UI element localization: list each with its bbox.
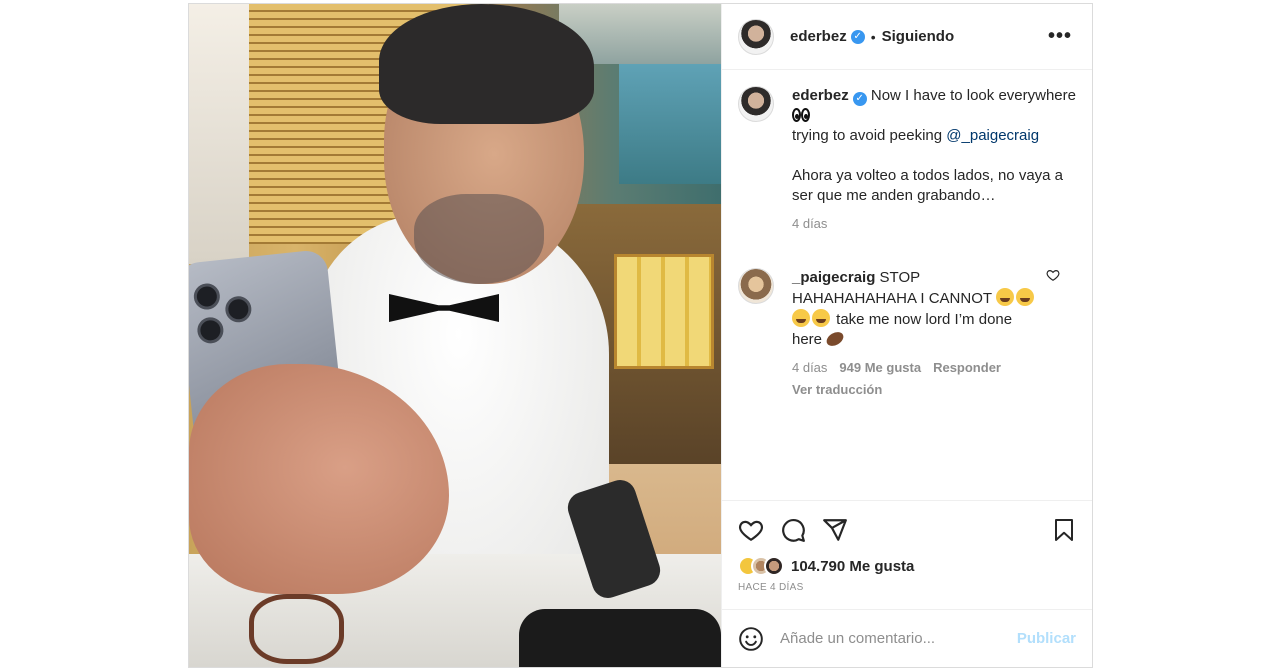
- separator-dot: •: [870, 28, 876, 45]
- verified-badge-icon: ✓: [852, 92, 867, 106]
- send-icon[interactable]: [822, 517, 848, 543]
- translate-link[interactable]: Ver traducción: [792, 380, 1046, 400]
- caption-text-3: Ahora ya volteo a todos lados, no vaya a…: [792, 167, 1064, 204]
- liker-avatar: [764, 556, 784, 576]
- verified-badge-icon: ✓: [850, 29, 865, 44]
- instagram-post: ederbez ✓ • Siguiendo ••• ederbez ✓ Now I…: [188, 3, 1093, 668]
- caption-text-1: Now I have to look everywhere: [870, 87, 1076, 104]
- post-actions: 104.790 Me gusta HACE 4 DÍAS: [722, 500, 1092, 593]
- mention-link[interactable]: @_paigecraig: [946, 127, 1039, 144]
- photo-lamp-panel: [614, 254, 714, 369]
- heart-icon[interactable]: [738, 517, 764, 543]
- bookmark-icon[interactable]: [1052, 517, 1076, 543]
- phone-lens: [192, 282, 222, 311]
- post-header: ederbez ✓ • Siguiendo •••: [722, 4, 1092, 70]
- comment-time[interactable]: 4 días: [792, 360, 827, 375]
- likes-count[interactable]: 104.790 Me gusta: [791, 558, 914, 575]
- post-panel: ederbez ✓ • Siguiendo ••• ederbez ✓ Now I…: [721, 4, 1092, 667]
- photo-camera: [519, 609, 721, 667]
- comments-section: ederbez ✓ Now I have to look everywhere t…: [722, 70, 1092, 500]
- reply-button[interactable]: Responder: [933, 360, 1001, 375]
- follow-status-button[interactable]: Siguiendo: [882, 28, 955, 45]
- avatar[interactable]: [738, 86, 774, 122]
- photo-hair: [379, 4, 594, 124]
- caption-time[interactable]: 4 días: [792, 214, 1076, 234]
- eyes-emoji-icon: [792, 107, 810, 124]
- action-icons: [738, 515, 1076, 545]
- add-comment-bar: Añade un comentario... Publicar: [722, 609, 1092, 667]
- avatar[interactable]: [738, 268, 774, 304]
- caption-body: ederbez ✓ Now I have to look everywhere t…: [792, 86, 1076, 234]
- potato-emoji-icon: [824, 329, 846, 349]
- likes-row: 104.790 Me gusta: [738, 556, 1076, 576]
- photo-glass-wall: [619, 64, 721, 184]
- emoji-icon[interactable]: [738, 626, 764, 652]
- comment-like-icon[interactable]: [1046, 268, 1060, 282]
- publish-button[interactable]: Publicar: [1017, 630, 1076, 647]
- comment-item: _paigecraig STOP HAHAHAHAHAHA I CANNOT t…: [738, 268, 1076, 400]
- caption: ederbez ✓ Now I have to look everywhere t…: [738, 86, 1076, 234]
- phone-lens: [224, 294, 253, 324]
- caption-text-2: trying to avoid peeking: [792, 127, 943, 144]
- comment-username[interactable]: _paigecraig: [792, 269, 875, 286]
- post-time[interactable]: HACE 4 DÍAS: [738, 582, 1076, 593]
- photo-beard: [414, 194, 544, 284]
- avatar[interactable]: [738, 18, 774, 55]
- comment-likes[interactable]: 949 Me gusta: [839, 360, 921, 375]
- more-options-icon[interactable]: •••: [1048, 25, 1076, 48]
- comment-meta: 4 días 949 Me gusta Responder: [792, 358, 1046, 378]
- caption-username[interactable]: ederbez: [792, 87, 849, 104]
- photo-eyeglasses: [249, 594, 344, 664]
- header-username[interactable]: ederbez: [790, 28, 847, 45]
- comment-input[interactable]: Añade un comentario...: [780, 630, 935, 647]
- phone-lens: [196, 316, 225, 345]
- post-photo[interactable]: [189, 4, 721, 667]
- comment-body: _paigecraig STOP HAHAHAHAHAHA I CANNOT t…: [792, 268, 1046, 400]
- comment-icon[interactable]: [780, 517, 806, 543]
- photo-window: [189, 4, 249, 264]
